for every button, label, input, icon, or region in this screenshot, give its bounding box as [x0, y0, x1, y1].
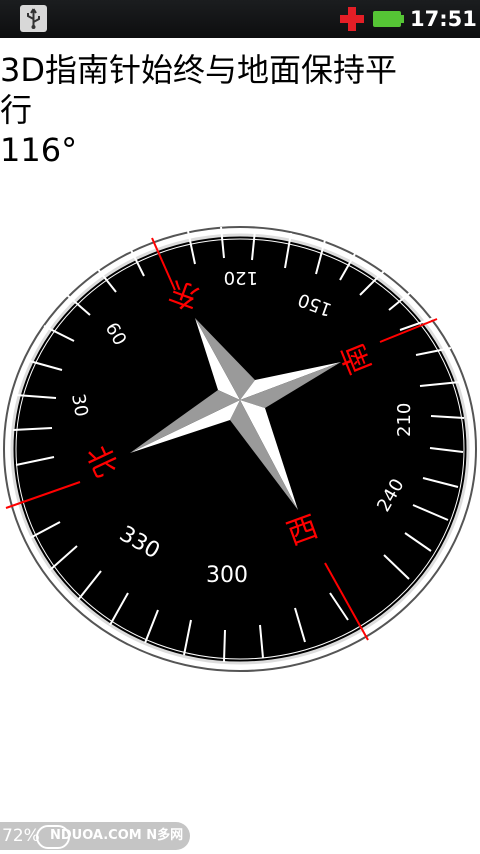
app-description-line1: 3D指南针始终与地面保持平 — [0, 51, 398, 89]
degree-label-30: 30 — [67, 392, 92, 418]
battery-icon — [373, 10, 404, 28]
usb-icon — [20, 5, 47, 32]
degree-label-210: 210 — [394, 403, 415, 437]
compass-dial: 30 60 120 150 210 240 300 330 北 东 南 西 — [0, 200, 480, 690]
battery-alert-icon — [338, 5, 366, 33]
status-bar: 17:51 — [0, 0, 480, 38]
heading-degrees: 116° — [0, 131, 78, 169]
degree-label-120: 120 — [224, 267, 258, 288]
clock: 17:51 — [410, 7, 477, 31]
watermark-percent: 72% — [2, 826, 40, 846]
watermark-site: NDUOA.COM N多网 — [50, 828, 184, 843]
app-text: 3D指南针始终与地面保持平 行 116° — [0, 50, 480, 170]
app-description-line2: 行 — [0, 91, 33, 129]
degree-label-300: 300 — [206, 563, 248, 588]
